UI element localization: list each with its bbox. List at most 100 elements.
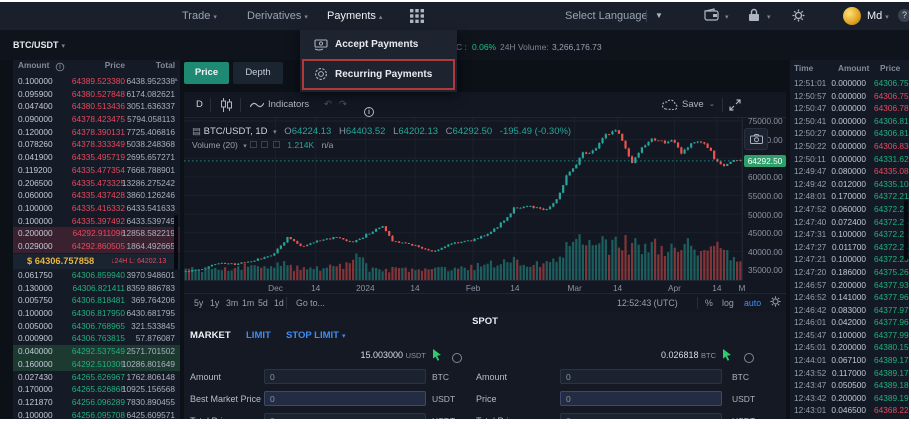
buy-best-price-label: Best Market Price bbox=[190, 394, 261, 404]
price-axis-label: 60000.00 bbox=[748, 172, 783, 182]
buy-total-input[interactable] bbox=[264, 413, 426, 419]
order-book-row[interactable]: 0.09590064380.5278486174.082621 bbox=[13, 88, 180, 101]
scrollbar[interactable] bbox=[174, 215, 178, 270]
fullscreen-icon[interactable] bbox=[729, 99, 741, 111]
chart-panel: D Indicators ↶ ↷ i Save ⌄ bbox=[184, 92, 786, 312]
order-book-row[interactable]: 0.13000064306.8214118359.886783 bbox=[13, 282, 180, 295]
settings-icon[interactable] bbox=[261, 141, 268, 148]
apps-grid-icon[interactable] bbox=[410, 9, 424, 23]
order-book-row[interactable]: 0.10000064256.0957086425.609571 bbox=[13, 409, 180, 419]
spot-title: SPOT bbox=[184, 316, 786, 327]
range-button-5d[interactable]: 5d bbox=[258, 294, 268, 312]
range-button-5y[interactable]: 5y bbox=[194, 294, 203, 312]
order-book-row[interactable]: 0.20650064335.47332513286.275242 bbox=[13, 177, 180, 190]
order-book-row[interactable]: 0.17000064265.62686810925.156568 bbox=[13, 383, 180, 396]
scrollbar[interactable] bbox=[904, 200, 908, 260]
order-book-row[interactable]: 0.12000064378.3901317725.406816 bbox=[13, 126, 180, 139]
chevron-up-icon: ▴ bbox=[379, 14, 383, 21]
interval-button[interactable]: D bbox=[196, 92, 203, 118]
last-price-row[interactable]: $ 64306.757858 ↓24H L: 64202.13 bbox=[13, 254, 180, 269]
goto-button[interactable]: Go to... bbox=[296, 294, 325, 312]
order-book-row[interactable]: 0.02900064292.8605051864.492665 bbox=[13, 240, 180, 253]
nav-derivatives[interactable]: Derivatives▾ bbox=[247, 2, 308, 30]
close-icon[interactable] bbox=[273, 141, 280, 148]
user-avatar[interactable] bbox=[843, 7, 861, 25]
tab-price[interactable]: Price bbox=[184, 62, 229, 84]
order-book-row[interactable]: 0.10000064389.5233806438.952338 bbox=[13, 75, 180, 88]
tab-market[interactable]: MARKET bbox=[190, 330, 231, 341]
order-book-row[interactable]: 0.04000064292.5375492571.701502 bbox=[13, 345, 180, 358]
undo-icon[interactable]: ↶ bbox=[324, 92, 332, 118]
help-icon[interactable]: ? bbox=[898, 9, 909, 22]
order-book-row[interactable]: 0.09000064378.4234755794.058113 bbox=[13, 113, 180, 126]
save-button[interactable]: Save bbox=[682, 92, 704, 118]
menu-item-accept-payments[interactable]: Accept Payments bbox=[300, 30, 457, 60]
eye-icon[interactable] bbox=[250, 141, 257, 148]
screenshot-camera-icon[interactable] bbox=[744, 128, 768, 150]
settings-gear-icon[interactable] bbox=[792, 9, 805, 22]
sell-amount-input[interactable] bbox=[560, 369, 722, 384]
buy-price-input[interactable] bbox=[264, 391, 426, 406]
select-language[interactable]: Select Language bbox=[565, 2, 648, 30]
percent-scale-button[interactable]: % bbox=[705, 294, 713, 312]
buy-amount-input[interactable] bbox=[264, 369, 426, 384]
info-icon[interactable]: i bbox=[452, 350, 462, 368]
order-book-row[interactable]: 0.00575064306.818481369.764206 bbox=[13, 294, 180, 307]
order-book-row[interactable]: 0.07826064378.3333495038.248368 bbox=[13, 138, 180, 151]
trade-row: 12:50:470.00000064306.789952 bbox=[790, 102, 909, 115]
candle-style-icon[interactable] bbox=[220, 98, 233, 112]
menu-item-recurring-payments[interactable]: Recurring Payments bbox=[300, 60, 457, 88]
order-book-row[interactable]: 0.11920064335.4773547668.788901 bbox=[13, 164, 180, 177]
wallet-icon[interactable] bbox=[704, 8, 719, 21]
auto-scale-button[interactable]: auto bbox=[744, 294, 761, 312]
log-scale-button[interactable]: log bbox=[722, 294, 734, 312]
order-book-row[interactable]: 0.20000064292.91109612858.582219 bbox=[13, 227, 180, 240]
time-axis-label: 14 bbox=[410, 283, 419, 293]
order-book-row[interactable]: 0.02743064265.6269671762.806148 bbox=[13, 371, 180, 384]
collapse-icon[interactable]: ▤ bbox=[192, 126, 204, 137]
unit-label: BTC bbox=[432, 372, 449, 382]
scroll-up-icon[interactable]: ▲ bbox=[173, 77, 179, 83]
clock[interactable]: 12:52:43 (UTC) bbox=[617, 294, 678, 312]
chevron-down-icon: ▾ bbox=[304, 14, 308, 21]
order-form-panel: SPOT MARKET LIMIT STOP LIMIT▾ 15.003000 … bbox=[184, 312, 786, 419]
order-book-row[interactable]: 0.06000064335.4374283860.126246 bbox=[13, 189, 180, 202]
order-book-row[interactable]: 0.00500064306.768965321.533845 bbox=[13, 320, 180, 333]
range-button-3m[interactable]: 3m bbox=[226, 294, 238, 312]
indicators-button[interactable]: Indicators bbox=[268, 92, 309, 118]
time-axis-label: 14 bbox=[712, 283, 721, 293]
trade-row: 12:46:010.04200064377.9664 bbox=[790, 316, 909, 329]
pair-selector[interactable]: BTC/USDT▾ bbox=[13, 40, 65, 50]
accept-payments-icon bbox=[313, 37, 328, 52]
order-book-row[interactable]: 0.04190064335.4957192695.657271 bbox=[13, 151, 180, 164]
order-book-row[interactable]: 0.04740064380.5134363051.636337 bbox=[13, 100, 180, 113]
order-book-row[interactable]: 0.12187064256.0962897830.890455 bbox=[13, 396, 180, 409]
range-button-1y[interactable]: 1y bbox=[210, 294, 219, 312]
tab-depth[interactable]: Depth bbox=[233, 62, 283, 84]
recurring-payments-icon bbox=[313, 67, 328, 82]
nav-trade[interactable]: Trade▾ bbox=[182, 2, 217, 30]
time-axis-label: 14 bbox=[311, 283, 320, 293]
time-axis[interactable]: Dec14202414Feb14Mar14Apr14M bbox=[184, 280, 742, 293]
trade-row: 12:43:520.11700064389.1752 bbox=[790, 367, 909, 380]
order-book-row[interactable]: 0.06175064306.8599403970.948601 bbox=[13, 269, 180, 282]
user-menu[interactable]: Md▾ bbox=[867, 2, 889, 30]
sell-price-input[interactable] bbox=[560, 391, 722, 406]
sell-total-input[interactable] bbox=[560, 413, 722, 419]
range-button-1d[interactable]: 1d bbox=[274, 294, 284, 312]
order-book-row[interactable]: 0.10000064306.8179506430.681795 bbox=[13, 307, 180, 320]
order-book-row[interactable]: 0.10000064335.4163326433.541633 bbox=[13, 202, 180, 215]
range-button-1m[interactable]: 1m bbox=[242, 294, 254, 312]
sell-price-label: Price bbox=[476, 394, 497, 404]
language-caret-icon[interactable]: ▼ bbox=[655, 2, 663, 30]
order-book-row[interactable]: 0.16000064292.51030910286.801649 bbox=[13, 358, 180, 371]
lock-icon[interactable] bbox=[748, 8, 760, 22]
redo-icon[interactable]: ↷ bbox=[339, 92, 347, 118]
price-axis-label: 55000.00 bbox=[748, 191, 783, 201]
order-book-row[interactable]: 0.10000064335.3974926433.539749 bbox=[13, 215, 180, 228]
nav-payments[interactable]: Payments▴ bbox=[327, 2, 382, 30]
info-icon[interactable] bbox=[744, 350, 754, 368]
tab-limit[interactable]: LIMIT bbox=[246, 330, 271, 341]
tab-stop-limit[interactable]: STOP LIMIT▾ bbox=[286, 330, 345, 341]
order-book-row[interactable]: 0.00090064306.76381557.876087 bbox=[13, 332, 180, 345]
